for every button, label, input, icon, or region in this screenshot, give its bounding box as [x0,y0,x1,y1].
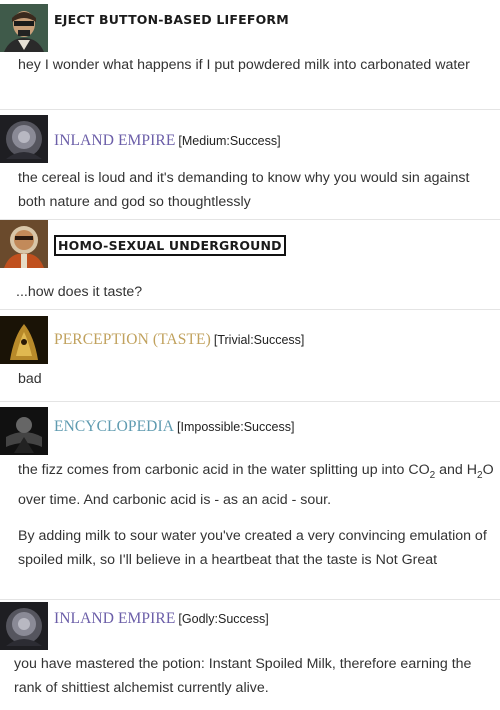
message-post: INLAND EMPIRE [Godly:Success] you have ma… [0,600,500,710]
portrait-icon [0,4,48,52]
message-post: ENCYCLOPEDIA [Impossible:Success] the fiz… [0,402,500,600]
message-text: bad [18,371,42,387]
speaker-line: PERCEPTION (TASTE) [Trivial:Success] [54,331,304,349]
portrait-icon [0,602,48,650]
avatar-homo-sexual-underground [0,220,48,268]
speaker-line: INLAND EMPIRE [Godly:Success] [54,610,269,628]
check-result: [Trivial:Success] [213,333,305,347]
speaker-name: PERCEPTION (TASTE) [54,331,211,348]
speaker-line: HOMO-SEXUAL UNDERGROUND [54,235,286,256]
speaker-line: EJECT BUTTON-BASED LIFEFORM [54,11,289,27]
portrait-icon [0,407,48,455]
message-post: PERCEPTION (TASTE) [Trivial:Success] bad [0,310,500,402]
message-body: you have mastered the potion: Instant Sp… [14,652,494,700]
avatar-eject-button [0,4,48,52]
avatar-inland-empire [0,115,48,163]
speaker-name: HOMO-SEXUAL UNDERGROUND [58,238,282,253]
message-text: you have mastered the potion: Instant Sp… [14,656,472,696]
message-body: the cereal is loud and it's demanding to… [18,166,498,214]
speaker-line: ENCYCLOPEDIA [Impossible:Success] [54,418,294,436]
check-result: [Impossible:Success] [177,420,295,434]
message-body: bad [18,367,498,391]
avatar-inland-empire [0,602,48,650]
avatar-encyclopedia [0,407,48,455]
message-paragraph: By adding milk to sour water you've crea… [18,527,487,568]
portrait-icon [0,316,48,364]
message-post: EJECT BUTTON-BASED LIFEFORM hey I wonder… [0,0,500,110]
message-text: ...how does it taste? [16,284,143,300]
message-body: the fizz comes from carbonic acid in the… [18,458,498,572]
message-body: hey I wonder what happens if I put powde… [18,53,498,77]
message-body: ...how does it taste? [16,280,496,304]
speaker-line: INLAND EMPIRE [Medium:Success] [54,132,281,150]
speaker-name: INLAND EMPIRE [54,132,176,149]
speaker-name: ENCYCLOPEDIA [54,418,175,435]
portrait-icon [0,220,48,268]
portrait-icon [0,115,48,163]
avatar-perception [0,316,48,364]
check-result: [Godly:Success] [178,612,269,626]
speaker-name: EJECT BUTTON-BASED LIFEFORM [54,12,289,27]
message-text: hey I wonder what happens if I put powde… [18,57,470,73]
message-text: the cereal is loud and it's demanding to… [18,170,470,210]
speaker-name: INLAND EMPIRE [54,610,176,627]
message-paragraph: the fizz comes from carbonic acid in the… [18,462,494,508]
message-post: INLAND EMPIRE [Medium:Success] the cereal… [0,110,500,220]
message-post: HOMO-SEXUAL UNDERGROUND ...how does it t… [0,220,500,310]
check-result: [Medium:Success] [178,134,281,148]
